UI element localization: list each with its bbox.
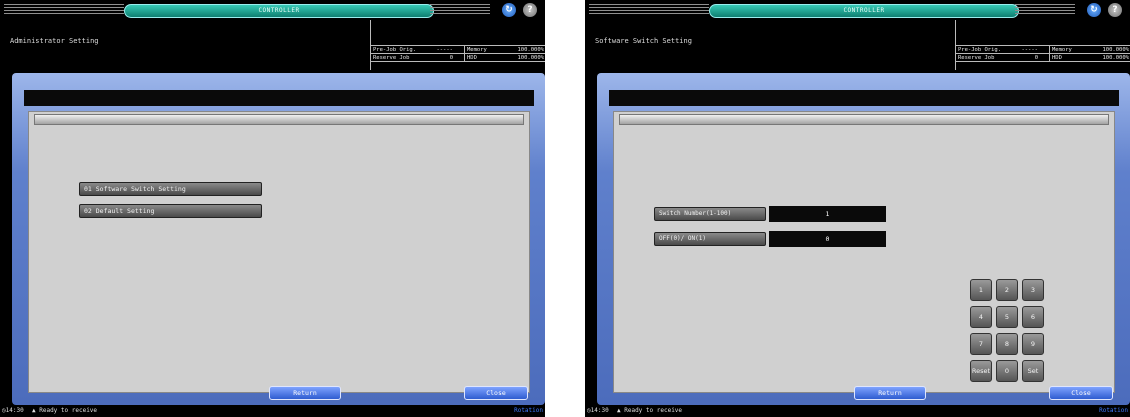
software-switch-setting-screen: CONTROLLER ↻ ? Software Switch Setting P…: [585, 0, 1130, 417]
memory-label: Memory: [1049, 46, 1072, 54]
memory-value: 100.000%: [517, 47, 545, 53]
main-frame: 01 Software Switch Setting 02 Default Se…: [12, 73, 545, 405]
settings-panel: 01 Software Switch Setting 02 Default Se…: [28, 111, 530, 393]
screen-title: Software Switch Setting: [595, 37, 692, 45]
close-button[interactable]: Close: [464, 386, 528, 400]
top-bar: CONTROLLER ↻ ?: [0, 0, 545, 20]
keypad-key-8[interactable]: 8: [996, 333, 1018, 355]
panel-header: [619, 114, 1109, 125]
bottom-status-bar: ◷14:30 ▲ Ready to receive Rotation: [0, 405, 545, 417]
reserve-job-label: Reserve Job: [373, 55, 410, 61]
keypad-key-1[interactable]: 1: [970, 279, 992, 301]
screen-title: Administrator Setting: [10, 37, 99, 45]
return-button[interactable]: Return: [269, 386, 341, 400]
settings-panel: Switch Number(1-100) 1 OFF(0)/ ON(1) 0 1…: [613, 111, 1115, 393]
status-panel: Pre-Job Orig. ----- Memory 100.000% Rese…: [370, 20, 545, 70]
return-button[interactable]: Return: [854, 386, 926, 400]
switch-number-label[interactable]: Switch Number(1-100): [654, 207, 766, 221]
software-switch-setting-button[interactable]: 01 Software Switch Setting: [79, 182, 262, 196]
off-on-field[interactable]: 0: [769, 231, 886, 247]
hdd-label: HDD: [464, 54, 477, 62]
reserve-job-value: 0: [1034, 55, 1038, 61]
controller-tab[interactable]: CONTROLLER: [709, 4, 1019, 18]
keypad-key-4[interactable]: 4: [970, 306, 992, 328]
status-row-reserve: Reserve Job 0 HDD 100.000%: [956, 54, 1130, 62]
switch-number-field[interactable]: 1: [769, 206, 886, 222]
pre-job-value: -----: [1021, 47, 1038, 53]
message-bar: [24, 90, 534, 106]
default-setting-button[interactable]: 02 Default Setting: [79, 204, 262, 218]
memory-value: 100.000%: [1102, 47, 1130, 53]
status-row-pre-job: Pre-Job Orig. ----- Memory 100.000%: [371, 46, 545, 54]
rotation-indicator: Rotation: [1099, 407, 1128, 414]
clock: ◷14:30: [587, 407, 609, 414]
bottom-status-bar: ◷14:30 ▲ Ready to receive Rotation: [585, 405, 1130, 417]
top-bar: CONTROLLER ↻ ?: [585, 0, 1130, 20]
top-bar-decoration: [430, 4, 490, 16]
rotate-screen-icon[interactable]: ↻: [1087, 3, 1101, 17]
clock: ◷14:30: [2, 407, 24, 414]
panel-header: [34, 114, 524, 125]
keypad-key-9[interactable]: 9: [1022, 333, 1044, 355]
hdd-value: 100.000%: [1102, 55, 1130, 61]
keypad-reset-button[interactable]: Reset: [970, 360, 992, 382]
close-button[interactable]: Close: [1049, 386, 1113, 400]
pre-job-label: Pre-Job Orig.: [373, 47, 417, 53]
top-bar-decoration: [1015, 4, 1075, 16]
administrator-setting-screen: CONTROLLER ↻ ? Administrator Setting Pre…: [0, 0, 545, 417]
reserve-job-value: 0: [449, 55, 453, 61]
keypad-key-0[interactable]: 0: [996, 360, 1018, 382]
help-icon[interactable]: ?: [1108, 3, 1122, 17]
memory-label: Memory: [464, 46, 487, 54]
keypad-key-5[interactable]: 5: [996, 306, 1018, 328]
help-icon[interactable]: ?: [523, 3, 537, 17]
status-row-pre-job: Pre-Job Orig. ----- Memory 100.000%: [956, 46, 1130, 54]
pre-job-value: -----: [436, 47, 453, 53]
machine-status: ▲ Ready to receive: [32, 407, 98, 414]
off-on-label[interactable]: OFF(0)/ ON(1): [654, 232, 766, 246]
keypad-key-2[interactable]: 2: [996, 279, 1018, 301]
hdd-value: 100.000%: [517, 55, 545, 61]
keypad-key-6[interactable]: 6: [1022, 306, 1044, 328]
main-frame: Switch Number(1-100) 1 OFF(0)/ ON(1) 0 1…: [597, 73, 1130, 405]
top-bar-decoration: [4, 4, 124, 16]
keypad-key-3[interactable]: 3: [1022, 279, 1044, 301]
status-panel: Pre-Job Orig. ----- Memory 100.000% Rese…: [955, 20, 1130, 70]
keypad-set-button[interactable]: Set: [1022, 360, 1044, 382]
hdd-label: HDD: [1049, 54, 1062, 62]
machine-status: ▲ Ready to receive: [617, 407, 683, 414]
rotate-screen-icon[interactable]: ↻: [502, 3, 516, 17]
top-bar-decoration: [589, 4, 709, 16]
keypad-key-7[interactable]: 7: [970, 333, 992, 355]
message-bar: [609, 90, 1119, 106]
controller-tab[interactable]: CONTROLLER: [124, 4, 434, 18]
status-row-reserve: Reserve Job 0 HDD 100.000%: [371, 54, 545, 62]
reserve-job-label: Reserve Job: [958, 55, 995, 61]
rotation-indicator: Rotation: [514, 407, 543, 414]
pre-job-label: Pre-Job Orig.: [958, 47, 1002, 53]
